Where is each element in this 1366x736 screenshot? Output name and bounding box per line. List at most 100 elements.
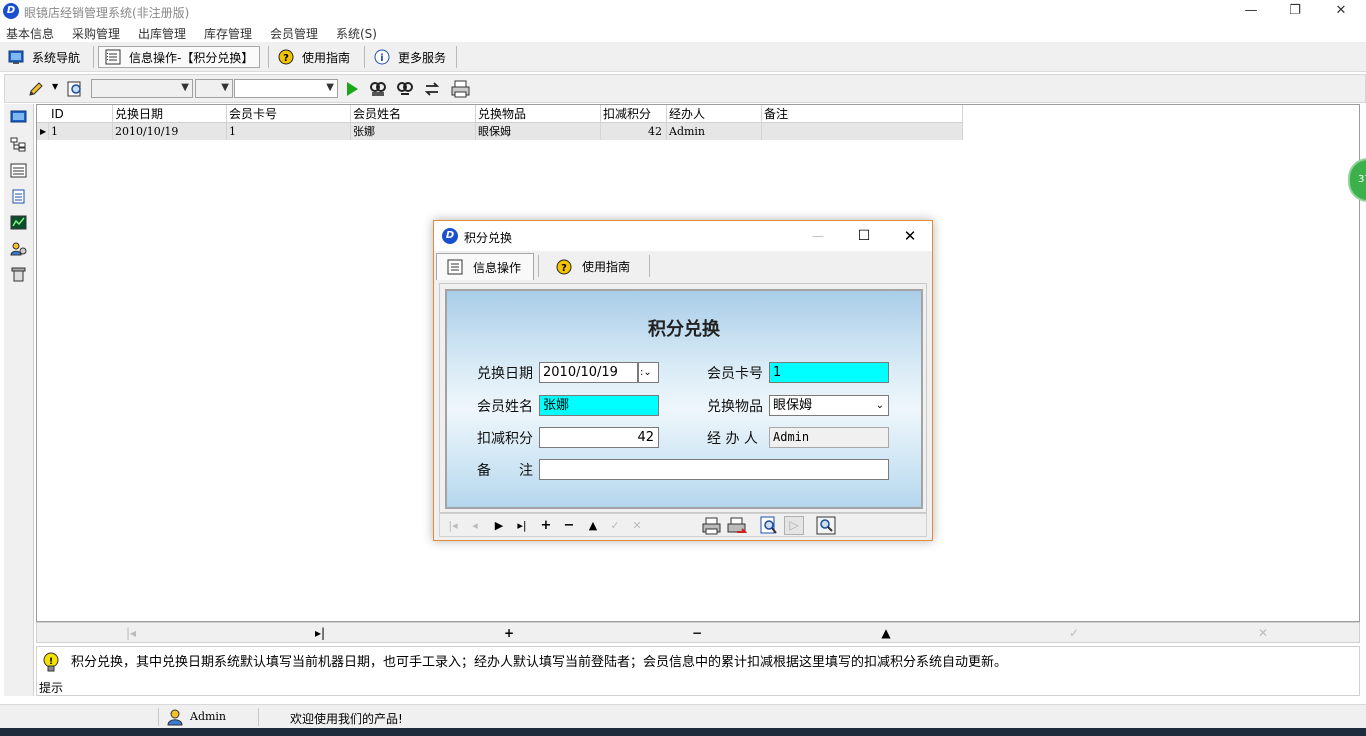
value-select[interactable]: ▼	[234, 79, 338, 98]
col-header-name[interactable]: 会员姓名	[351, 105, 476, 123]
add-record-button[interactable]: +	[537, 517, 555, 534]
find-next-icon[interactable]	[396, 80, 414, 98]
col-header-points[interactable]: 扣减积分	[601, 105, 667, 123]
navigation-icon[interactable]	[10, 110, 27, 125]
cell-id[interactable]: 1	[49, 123, 113, 140]
item-select-value: 眼保姆	[773, 398, 813, 413]
edit-pencil-icon[interactable]	[27, 80, 45, 98]
grid-header: ID 兑换日期 会员卡号 会员姓名 兑换物品 扣减积分 经办人 备注	[37, 105, 963, 123]
system-nav-button[interactable]: 系统导航	[8, 46, 80, 68]
system-nav-label: 系统导航	[32, 50, 81, 65]
minimize-button[interactable]: —	[1228, 0, 1274, 22]
print-preview-icon[interactable]	[759, 516, 779, 535]
date-field[interactable]: 2010/10/19	[539, 362, 638, 383]
edit-record-button[interactable]: ▲	[876, 625, 896, 641]
delete-record-button[interactable]: −	[560, 517, 578, 534]
exchange-form: 积分兑换 兑换日期 2010/10/19 :⌄ 会员卡号 1 会员姓名 张娜 兑…	[445, 289, 923, 509]
points-label: 扣减积分	[477, 431, 533, 447]
dialog-minimize-button[interactable]: —	[802, 225, 834, 247]
cancel-record-button[interactable]: ✕	[628, 517, 646, 534]
table-row[interactable]: ▶ 1 2010/10/19 1 张娜 眼保姆 42 Admin	[37, 123, 963, 140]
chevron-down-icon[interactable]: ▼	[52, 82, 58, 91]
more-services-button[interactable]: i 更多服务	[374, 46, 446, 68]
dialog-close-button[interactable]: ✕	[894, 225, 926, 247]
item-select[interactable]: 眼保姆 ⌄	[769, 395, 889, 416]
tab-user-guide[interactable]: ? 使用指南	[546, 253, 646, 280]
card-field[interactable]: 1	[769, 362, 889, 383]
info-operation-tab[interactable]: 信息操作-【积分兑换】	[98, 46, 261, 68]
name-field[interactable]: 张娜	[539, 395, 659, 416]
print-icon[interactable]	[451, 80, 471, 98]
user-guide-button[interactable]: ? 使用指南	[278, 46, 350, 68]
close-button[interactable]: ✕	[1318, 0, 1364, 22]
col-header-date[interactable]: 兑换日期	[113, 105, 227, 123]
find-icon[interactable]	[369, 80, 387, 98]
edit-record-button[interactable]: ▲	[584, 517, 602, 534]
trash-icon[interactable]	[10, 267, 27, 282]
col-header-card[interactable]: 会员卡号	[227, 105, 351, 123]
item-label: 兑换物品	[707, 399, 763, 415]
status-bar: Admin 欢迎使用我们的产品!	[0, 704, 1366, 728]
menu-inventory[interactable]: 库存管理	[204, 25, 252, 42]
col-header-note[interactable]: 备注	[762, 105, 963, 123]
menu-basic-info[interactable]: 基本信息	[6, 25, 54, 42]
first-record-button[interactable]: |◂	[444, 517, 462, 534]
help-icon: ?	[278, 49, 294, 65]
status-message: 欢迎使用我们的产品!	[290, 712, 403, 726]
points-field[interactable]: 42	[539, 427, 659, 448]
tree-structure-icon[interactable]	[10, 137, 27, 152]
row-indicator-icon: ▶	[37, 123, 49, 140]
col-header-item[interactable]: 兑换物品	[476, 105, 601, 123]
chart-icon[interactable]	[10, 215, 27, 230]
print-export-icon[interactable]	[727, 516, 747, 535]
tab-info-operation-label: 信息操作	[473, 260, 522, 275]
cancel-record-button[interactable]: ✕	[1253, 625, 1273, 641]
cell-name[interactable]: 张娜	[351, 123, 476, 140]
menu-system[interactable]: 系统(S)	[336, 25, 377, 42]
document-icon[interactable]	[10, 189, 27, 204]
menu-member[interactable]: 会员管理	[270, 25, 318, 42]
left-icon-bar	[4, 104, 34, 696]
navigation-icon	[8, 50, 24, 64]
next-record-button[interactable]: ▶	[490, 517, 508, 534]
cell-note[interactable]	[762, 123, 963, 140]
menu-bar: 基本信息 采购管理 出库管理 库存管理 会员管理 系统(S)	[0, 22, 1366, 42]
svg-text:?: ?	[561, 263, 567, 274]
chevron-down-icon: ▼	[326, 82, 334, 93]
cell-item[interactable]: 眼保姆	[476, 123, 601, 140]
note-field[interactable]	[539, 459, 889, 480]
operator-select[interactable]: ▼	[195, 79, 233, 98]
cell-points[interactable]: 42	[601, 123, 667, 140]
field-select[interactable]: ▼	[91, 79, 193, 98]
tab-info-operation[interactable]: 信息操作	[436, 253, 534, 280]
lightbulb-icon: !	[43, 652, 59, 672]
add-record-button[interactable]: +	[499, 625, 519, 641]
date-dropdown-button[interactable]: :⌄	[638, 362, 659, 383]
user-settings-icon[interactable]	[10, 241, 27, 256]
refresh-icon[interactable]	[423, 80, 441, 98]
prior-record-button[interactable]: ◂	[466, 517, 484, 534]
col-header-id[interactable]: ID	[49, 105, 113, 123]
print-icon[interactable]	[702, 516, 722, 535]
cell-date[interactable]: 2010/10/19	[113, 123, 227, 140]
cell-handler[interactable]: Admin	[667, 123, 762, 140]
dialog-maximize-button[interactable]: ☐	[848, 225, 880, 247]
last-record-button[interactable]: ▸|	[310, 625, 330, 641]
date-label: 兑换日期	[477, 366, 533, 382]
post-record-button[interactable]: ✓	[606, 517, 624, 534]
first-record-button[interactable]: |◂	[121, 625, 141, 641]
play-disabled-button[interactable]: ▷	[784, 516, 804, 535]
hint-label: 提示	[39, 681, 64, 695]
search-icon[interactable]	[816, 516, 836, 535]
preview-search-icon[interactable]	[66, 80, 84, 98]
delete-record-button[interactable]: −	[687, 625, 707, 641]
list-form-icon[interactable]	[10, 163, 27, 178]
restore-button[interactable]: ❐	[1272, 0, 1318, 22]
menu-purchase[interactable]: 采购管理	[72, 25, 120, 42]
run-query-icon[interactable]	[345, 81, 359, 97]
menu-outbound[interactable]: 出库管理	[138, 25, 186, 42]
post-record-button[interactable]: ✓	[1064, 625, 1084, 641]
last-record-button[interactable]: ▸|	[513, 517, 531, 534]
cell-card[interactable]: 1	[227, 123, 351, 140]
col-header-handler[interactable]: 经办人	[667, 105, 762, 123]
